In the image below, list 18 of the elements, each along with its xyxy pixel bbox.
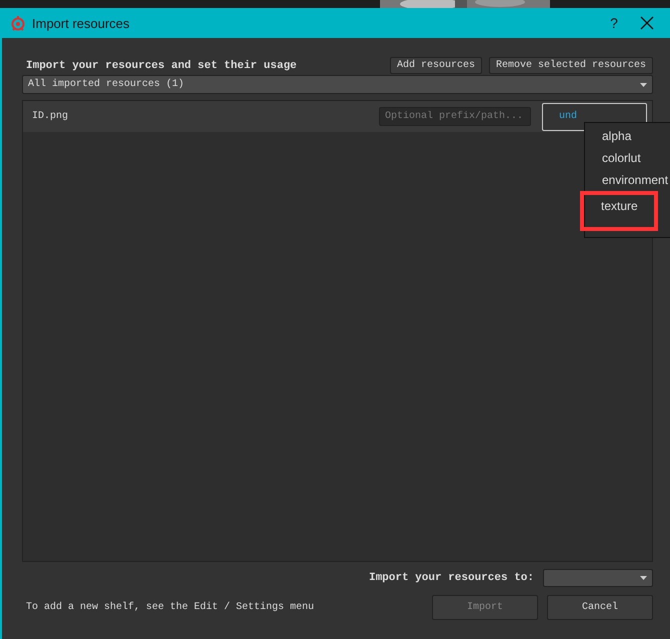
- menu-item[interactable]: environment: [585, 169, 670, 191]
- filter-dropdown[interactable]: All imported resources (1): [22, 75, 653, 94]
- dropdown-arrow-icon: [640, 576, 647, 580]
- destination-label: Import your resources to:: [368, 572, 534, 584]
- hint-text: To add a new shelf, see the Edit / Settings menu: [25, 602, 316, 613]
- cancel-button[interactable]: Cancel: [547, 595, 653, 620]
- toolbar-button[interactable]: Add resources: [390, 57, 482, 74]
- section-heading: Import your resources and set their usage: [25, 60, 298, 72]
- dropdown-arrow-icon: [640, 82, 647, 86]
- resource-row[interactable]: ID.png Optional prefix/path... und: [23, 101, 652, 132]
- prefix-field[interactable]: Optional prefix/path...: [379, 107, 531, 126]
- toolbar-button[interactable]: Remove selected resources: [488, 57, 653, 74]
- help-button[interactable]: ?: [594, 15, 634, 31]
- close-icon[interactable]: [640, 16, 654, 30]
- menu-item[interactable]: colorlut: [585, 147, 670, 169]
- file-name: ID.png: [32, 111, 70, 122]
- app-logo-icon: [10, 15, 26, 31]
- window-title: Import resources: [32, 16, 131, 30]
